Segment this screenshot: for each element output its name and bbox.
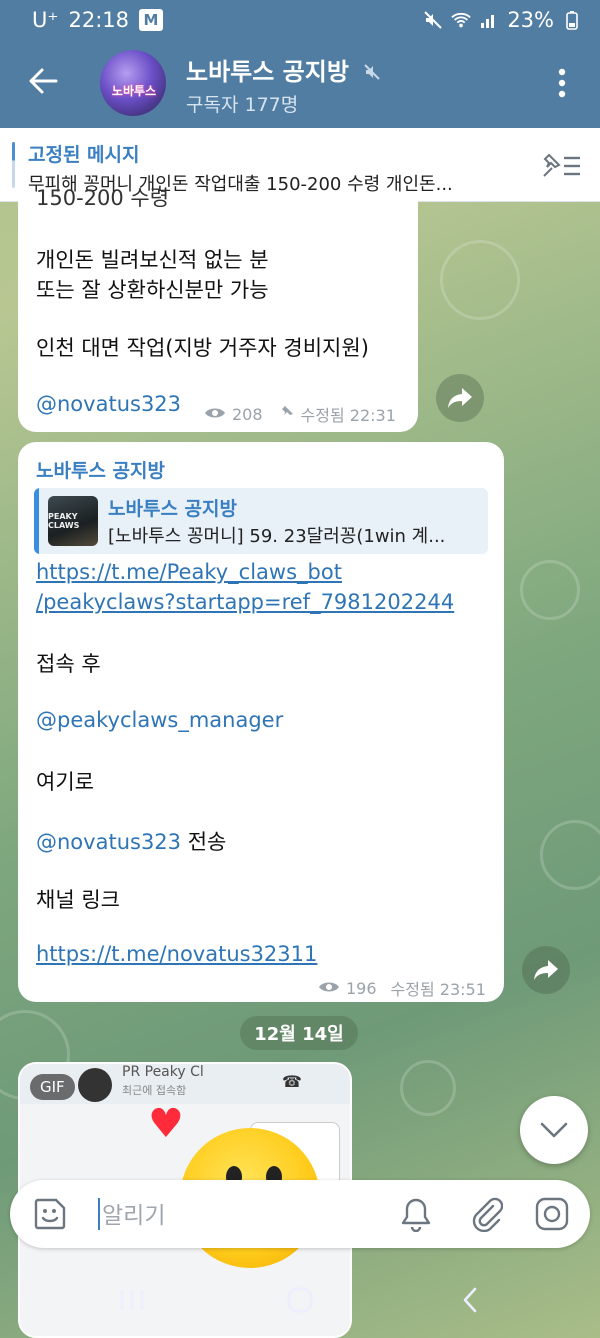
- share-button[interactable]: [436, 374, 484, 422]
- scroll-to-bottom-button[interactable]: [520, 1096, 588, 1164]
- home-icon[interactable]: [280, 1282, 320, 1318]
- gif-preview-status: 최근에 접속함: [122, 1084, 187, 1097]
- gif-preview-name: PR Peaky Cl: [122, 1064, 204, 1080]
- message-input-bar: 알리기: [10, 1180, 590, 1248]
- url-link[interactable]: https://t.me/Peaky_claws_bot: [36, 560, 342, 584]
- mention-line: @novatus323 전송: [36, 826, 226, 856]
- bell-icon[interactable]: [398, 1196, 434, 1232]
- eye-icon: [204, 405, 226, 424]
- back-arrow-icon[interactable]: [26, 64, 60, 98]
- edited-time: 수정됨 22:31: [300, 406, 396, 425]
- gif-preview-avatar: [78, 1068, 112, 1102]
- post-text: 여기로: [36, 770, 94, 794]
- forwarded-quote[interactable]: PEAKY CLAWS 노바투스 공지방 [노바투스 꽁머니] 59. 23달러…: [34, 488, 488, 554]
- quote-bar: [34, 488, 39, 554]
- post-text: 또는 잘 상환하신분만 가능: [36, 278, 269, 302]
- pin-icon: [279, 404, 295, 424]
- sticker-icon[interactable]: [32, 1196, 68, 1232]
- post-text: 전송: [181, 830, 227, 854]
- url-link[interactable]: https://t.me/novatus32311: [36, 942, 317, 966]
- more-vert-icon[interactable]: [552, 66, 572, 100]
- attach-icon[interactable]: [468, 1196, 504, 1232]
- pinned-title: 고정된 메시지: [28, 144, 140, 166]
- signal-icon: [479, 10, 499, 30]
- text-cursor: [98, 1198, 100, 1230]
- quote-text: [노바투스 꽁머니] 59. 23달러꽁(1win 계...: [108, 526, 446, 547]
- post-meta: 208 수정됨 22:31: [204, 402, 396, 426]
- avatar-text: 노바투스: [111, 84, 157, 98]
- battery-icon: [562, 10, 582, 30]
- mention-link[interactable]: @novatus323: [36, 392, 181, 416]
- eye-icon: [318, 979, 340, 998]
- message-input[interactable]: 알리기: [102, 1196, 165, 1230]
- quote-thumbnail: PEAKY CLAWS: [48, 496, 98, 546]
- wifi-icon: [451, 10, 472, 30]
- view-count: 208: [232, 404, 263, 424]
- channel-title[interactable]: 노바투스 공지방: [186, 52, 381, 87]
- post-text: 접속 후: [36, 652, 101, 676]
- gif-badge: GIF: [30, 1074, 75, 1100]
- chevron-down-icon: [540, 1122, 568, 1138]
- channel-post[interactable]: 노바투스 공지방 PEAKY CLAWS 노바투스 공지방 [노바투스 꽁머니]…: [18, 442, 504, 1002]
- camera-icon[interactable]: [534, 1196, 570, 1232]
- heart-icon: ♥: [148, 1101, 184, 1147]
- post-text: 채널 링크: [36, 888, 120, 912]
- url-link[interactable]: /peakyclaws?startapp=ref_7981202244: [36, 590, 454, 614]
- edited-time: 수정됨 23:51: [390, 980, 486, 999]
- channel-post[interactable]: 150-200 수령 개인돈 빌려보신적 없는 분 또는 잘 상환하신분만 가능…: [18, 186, 418, 432]
- post-text: 개인돈 빌려보신적 없는 분: [36, 248, 269, 272]
- mention-link[interactable]: @novatus323: [36, 830, 181, 854]
- channel-avatar[interactable]: 노바투스: [100, 50, 166, 116]
- date-separator: 12월 14일: [240, 1016, 358, 1050]
- subscriber-count: 구독자 177명: [186, 94, 299, 116]
- pinned-list-icon[interactable]: [540, 150, 582, 180]
- mention-link[interactable]: @peakyclaws_manager: [36, 708, 283, 732]
- post-meta: 196 수정됨 23:51: [318, 976, 486, 1000]
- phone-icon: ☎: [282, 1072, 302, 1091]
- share-icon: [534, 960, 558, 980]
- mute-status-icon: [423, 10, 443, 30]
- carrier-label: U⁺: [32, 8, 59, 32]
- recent-apps-icon[interactable]: [112, 1282, 152, 1318]
- quote-title: 노바투스 공지방: [108, 498, 237, 520]
- post-text: 인천 대면 작업(지방 거주자 경비지원): [36, 336, 369, 360]
- system-navigation-bar: [0, 1262, 600, 1338]
- post-text-cut: 150-200 수령: [36, 186, 170, 210]
- back-nav-icon[interactable]: [450, 1282, 490, 1318]
- sender-name[interactable]: 노바투스 공지방: [36, 456, 165, 483]
- pinned-indicator: [12, 142, 15, 188]
- share-icon: [448, 388, 472, 408]
- channel-title-text: 노바투스 공지방: [186, 58, 349, 86]
- view-count: 196: [346, 978, 377, 998]
- mute-icon: [363, 59, 381, 87]
- share-button[interactable]: [522, 946, 570, 994]
- status-bar: U⁺ 22:18 M 23%: [0, 0, 600, 40]
- m-stock-icon: M: [139, 9, 163, 31]
- clock: 22:18: [68, 8, 129, 32]
- chat-header: 노바투스 노바투스 공지방 구독자 177명: [0, 40, 600, 128]
- telegram-channel-screen: U⁺ 22:18 M 23% 노바투스 노바투스 공지방 구독자 177명 고정…: [0, 0, 600, 1338]
- battery-percent: 23%: [507, 8, 554, 32]
